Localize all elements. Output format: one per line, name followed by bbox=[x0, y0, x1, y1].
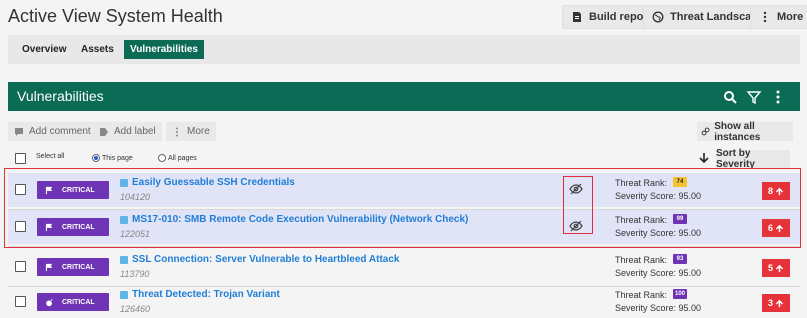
sort-by-severity-button[interactable]: Sort by Severity bbox=[716, 148, 790, 170]
plugin-id: 113790 bbox=[120, 269, 150, 279]
kebab-icon[interactable] bbox=[770, 89, 786, 105]
instances-icon bbox=[701, 127, 710, 136]
add-label-label: Add label bbox=[114, 126, 156, 137]
threat-rank-label: Threat Rank: bbox=[614, 290, 667, 300]
plugin-icon bbox=[120, 216, 128, 224]
severity-label: CRITICAL bbox=[62, 298, 95, 306]
vulnerability-title-link[interactable]: Easily Guessable SSH Credentials bbox=[132, 177, 295, 188]
table-row[interactable]: CRITICAL MS17-010: SMB Remote Code Execu… bbox=[8, 210, 800, 244]
vulnerability-title-link[interactable]: SSL Connection: Server Vulnerable to Hea… bbox=[132, 254, 399, 265]
tab-overview[interactable]: Overview bbox=[16, 40, 72, 59]
build-report-label: Build report bbox=[589, 11, 652, 23]
instance-count: 3 bbox=[767, 298, 773, 308]
severity-badge: CRITICAL bbox=[37, 218, 109, 236]
add-label-button[interactable]: Add label bbox=[93, 122, 162, 141]
tabs-bar: Overview Assets Vulnerabilities bbox=[8, 35, 800, 64]
table-row[interactable]: CRITICAL SSL Connection: Server Vulnerab… bbox=[8, 250, 800, 284]
row-checkbox[interactable] bbox=[15, 296, 26, 307]
tag-icon bbox=[100, 127, 108, 136]
row-checkbox[interactable] bbox=[15, 261, 26, 272]
arrow-up-icon bbox=[775, 187, 784, 195]
row-checkbox[interactable] bbox=[15, 184, 26, 195]
bomb-icon bbox=[46, 298, 53, 306]
add-comment-button[interactable]: Add comment bbox=[8, 122, 97, 141]
more-actions-label: More bbox=[187, 126, 210, 137]
threat-rank-label: Threat Rank: bbox=[614, 178, 667, 188]
select-all-checkbox[interactable] bbox=[15, 153, 26, 164]
vulnerability-title-link[interactable]: Threat Detected: Trojan Variant bbox=[132, 289, 280, 300]
more-label: More bbox=[777, 11, 804, 23]
search-icon[interactable] bbox=[722, 89, 738, 105]
row-checkbox[interactable] bbox=[15, 221, 26, 232]
comment-icon bbox=[15, 127, 23, 136]
top-bar: Active View System Health Build report T… bbox=[0, 0, 807, 34]
threat-rank-value: 99 bbox=[673, 214, 687, 224]
flag-icon bbox=[45, 223, 53, 231]
document-icon bbox=[573, 12, 581, 22]
instance-count-button[interactable]: 8 bbox=[762, 182, 790, 200]
flag-icon bbox=[45, 263, 53, 271]
all-pages-label: All pages bbox=[168, 155, 197, 162]
add-comment-label: Add comment bbox=[29, 126, 91, 137]
plugin-id: 122051 bbox=[120, 229, 151, 239]
severity-score: Severity Score: 95.00 bbox=[615, 228, 702, 238]
threat-rank-value: 74 bbox=[673, 177, 687, 187]
instance-count-button[interactable]: 5 bbox=[762, 259, 790, 277]
severity-label: CRITICAL bbox=[62, 223, 95, 231]
this-page-label: This page bbox=[102, 155, 133, 162]
plugin-id: 126460 bbox=[120, 304, 151, 314]
severity-label: CRITICAL bbox=[62, 186, 95, 194]
instance-count-button[interactable]: 3 bbox=[762, 294, 790, 312]
severity-score: Severity Score: 95.00 bbox=[615, 268, 702, 278]
severity-score: Severity Score: 95.00 bbox=[615, 303, 702, 313]
severity-score: Severity Score: 95.00 bbox=[615, 191, 702, 201]
show-all-instances-label: Show all instances bbox=[714, 120, 761, 143]
plugin-icon bbox=[120, 256, 128, 264]
vulnerabilities-panel-header: Vulnerabilities bbox=[8, 82, 800, 111]
tab-assets[interactable]: Assets bbox=[75, 40, 120, 59]
threat-rank-value: 100 bbox=[673, 289, 687, 299]
this-page-radio[interactable] bbox=[92, 154, 100, 162]
instance-count: 5 bbox=[767, 263, 773, 273]
table-row[interactable]: CRITICAL Easily Guessable SSH Credential… bbox=[8, 173, 800, 207]
arrow-up-icon bbox=[775, 224, 784, 232]
arrow-up-icon bbox=[775, 299, 784, 307]
severity-badge: CRITICAL bbox=[37, 293, 109, 311]
select-all-label: Select all bbox=[36, 153, 65, 160]
instance-count: 6 bbox=[767, 223, 773, 233]
plugin-icon bbox=[120, 291, 128, 299]
plugin-id: 104120 bbox=[120, 192, 151, 202]
table-row[interactable]: CRITICAL Threat Detected: Trojan Variant… bbox=[8, 285, 800, 318]
kebab-icon bbox=[176, 127, 178, 136]
instance-count: 8 bbox=[767, 186, 773, 196]
flag-icon bbox=[45, 186, 53, 194]
instance-count-button[interactable]: 6 bbox=[762, 219, 790, 237]
severity-label: CRITICAL bbox=[62, 263, 95, 271]
tab-vulnerabilities[interactable]: Vulnerabilities bbox=[124, 40, 204, 59]
filter-icon[interactable] bbox=[746, 89, 762, 105]
threat-rank-value: 93 bbox=[673, 254, 687, 264]
row-divider bbox=[8, 246, 800, 247]
severity-badge: CRITICAL bbox=[37, 258, 109, 276]
threat-rank-label: Threat Rank: bbox=[614, 255, 667, 265]
more-button[interactable]: More bbox=[750, 5, 807, 29]
page-title: Active View System Health bbox=[8, 6, 223, 26]
panel-title: Vulnerabilities bbox=[17, 88, 104, 104]
arrow-down-icon[interactable] bbox=[697, 151, 711, 165]
all-pages-radio[interactable] bbox=[158, 154, 166, 162]
vulnerability-title-link[interactable]: MS17-010: SMB Remote Code Execution Vuln… bbox=[132, 214, 468, 225]
globe-icon bbox=[652, 11, 664, 23]
plugin-icon bbox=[120, 179, 128, 187]
threat-rank-label: Threat Rank: bbox=[614, 215, 667, 225]
arrow-up-icon bbox=[775, 264, 784, 272]
show-all-instances-button[interactable]: Show all instances bbox=[697, 120, 793, 143]
kebab-icon bbox=[763, 11, 767, 23]
severity-badge: CRITICAL bbox=[37, 181, 109, 199]
more-actions-button[interactable]: More bbox=[166, 122, 216, 141]
